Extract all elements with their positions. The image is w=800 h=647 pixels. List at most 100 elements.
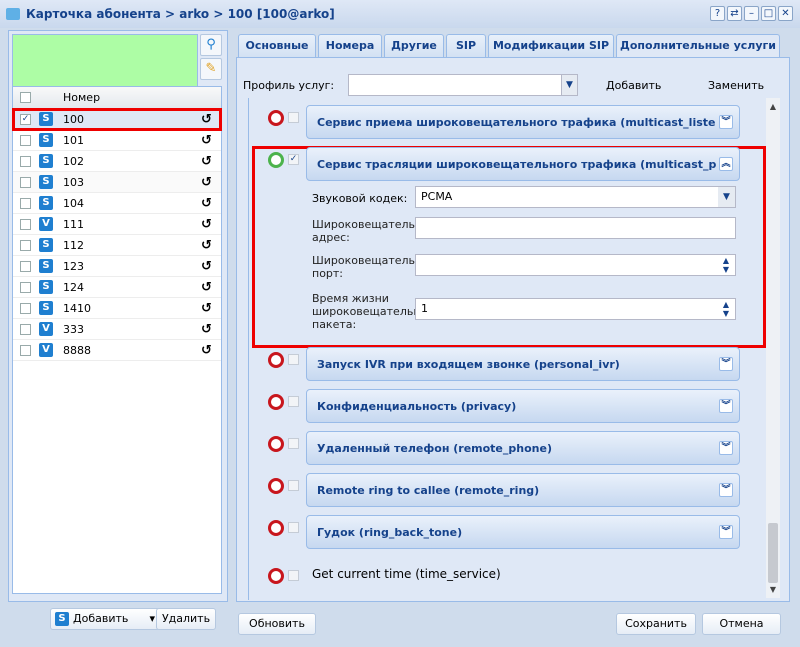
select-all-checkbox[interactable] (20, 92, 31, 103)
service-checkbox[interactable]: ✓ (288, 154, 299, 165)
service-checkbox[interactable] (288, 396, 299, 407)
service-header[interactable]: Запуск IVR при входящем звонке (personal… (306, 347, 740, 381)
power-icon[interactable] (268, 110, 284, 126)
close-button[interactable]: ✕ (778, 6, 793, 21)
expand-icon[interactable]: ︾ (719, 357, 733, 371)
history-icon[interactable]: ↺ (201, 112, 221, 127)
table-row[interactable]: S 124 ↺ (13, 277, 221, 298)
switch-button[interactable]: ⇄ (727, 6, 742, 21)
table-row[interactable]: V 333 ↺ (13, 319, 221, 340)
delete-button[interactable]: Удалить (156, 608, 216, 630)
service-header[interactable]: Сервис трасляции широковещательного траф… (306, 147, 740, 181)
service-header[interactable]: Удаленный телефон (remote_phone) ︾ (306, 431, 740, 465)
power-icon[interactable] (268, 520, 284, 536)
table-row[interactable]: V 8888 ↺ (13, 340, 221, 361)
table-row[interactable]: S 1410 ↺ (13, 298, 221, 319)
power-icon[interactable] (268, 436, 284, 452)
scrollbar[interactable]: ▲ ▼ (766, 98, 780, 598)
chevron-down-icon[interactable]: ▾ (149, 609, 155, 629)
table-row[interactable]: S 123 ↺ (13, 256, 221, 277)
port-input[interactable]: ▲ ▼ (415, 254, 736, 276)
profile-select[interactable] (348, 74, 578, 96)
row-checkbox[interactable] (20, 155, 31, 167)
power-icon[interactable] (268, 394, 284, 410)
row-checkbox[interactable] (20, 134, 31, 146)
history-icon[interactable]: ↺ (201, 238, 221, 253)
tab-sip[interactable]: SIP (446, 34, 486, 57)
scrollbar-thumb[interactable] (768, 523, 778, 583)
service-checkbox[interactable] (288, 480, 299, 491)
chevron-down-icon[interactable]: ▼ (561, 75, 577, 95)
power-icon[interactable] (268, 568, 284, 584)
search-icon[interactable]: ⚲ (200, 34, 222, 56)
scroll-up-icon[interactable]: ▲ (766, 102, 780, 111)
add-profile-button[interactable]: Добавить (606, 79, 661, 92)
service-header[interactable]: Конфиденциальность (privacy) ︾ (306, 389, 740, 423)
maximize-button[interactable]: □ (761, 6, 776, 21)
row-checkbox[interactable] (20, 302, 31, 314)
table-row[interactable]: ✓ S 100 ↺ (12, 108, 222, 131)
history-icon[interactable]: ↺ (201, 259, 221, 274)
add-button[interactable]: S Добавить ▾ (50, 608, 160, 630)
spinner-icon[interactable]: ▲ ▼ (719, 256, 733, 274)
tab-numbers[interactable]: Номера (318, 34, 382, 57)
tab-main[interactable]: Основные (238, 34, 316, 57)
row-checkbox[interactable] (20, 197, 31, 209)
table-row[interactable]: S 112 ↺ (13, 235, 221, 256)
service-checkbox[interactable] (288, 354, 299, 365)
codec-select[interactable]: PCMA (415, 186, 736, 208)
spinner-icon[interactable]: ▲ ▼ (719, 300, 733, 318)
tab-sip-modifications[interactable]: Модификации SIP (488, 34, 614, 57)
table-row[interactable]: S 103 ↺ (13, 172, 221, 193)
history-icon[interactable]: ↺ (201, 154, 221, 169)
table-row[interactable]: S 104 ↺ (13, 193, 221, 214)
table-row[interactable]: S 102 ↺ (13, 151, 221, 172)
row-checkbox[interactable] (20, 176, 31, 188)
chevron-down-icon[interactable]: ▼ (718, 187, 735, 207)
service-checkbox[interactable] (288, 438, 299, 449)
history-icon[interactable]: ↺ (201, 322, 221, 337)
scroll-down-icon[interactable]: ▼ (766, 585, 780, 594)
address-input[interactable] (415, 217, 736, 239)
ttl-input[interactable]: 1 ▲ ▼ (415, 298, 736, 320)
row-checkbox[interactable] (20, 281, 31, 293)
service-checkbox[interactable] (288, 522, 299, 533)
row-checkbox[interactable] (20, 239, 31, 251)
expand-icon[interactable]: ︾ (719, 441, 733, 455)
expand-icon[interactable]: ︾ (719, 399, 733, 413)
history-icon[interactable]: ↺ (201, 175, 221, 190)
row-checkbox[interactable] (20, 218, 31, 230)
service-header[interactable]: Гудок (ring_back_tone) ︾ (306, 515, 740, 549)
row-checkbox[interactable] (20, 323, 31, 335)
replace-profile-button[interactable]: Заменить (708, 79, 764, 92)
history-icon[interactable]: ↺ (201, 217, 221, 232)
history-icon[interactable]: ↺ (201, 301, 221, 316)
service-header[interactable]: Remote ring to callee (remote_ring) ︾ (306, 473, 740, 507)
history-icon[interactable]: ↺ (201, 280, 221, 295)
row-checkbox[interactable] (20, 344, 31, 356)
help-button[interactable]: ? (710, 6, 725, 21)
service-header[interactable]: Сервис приема широковещательного трафика… (306, 105, 740, 139)
tab-additional-services[interactable]: Дополнительные услуги (616, 34, 780, 58)
cancel-button[interactable]: Отмена (702, 613, 781, 635)
history-icon[interactable]: ↺ (201, 343, 221, 358)
expand-icon[interactable]: ︾ (719, 115, 733, 129)
history-icon[interactable]: ↺ (201, 196, 221, 211)
collapse-icon[interactable]: ︽ (719, 157, 733, 171)
power-icon[interactable] (268, 478, 284, 494)
minimize-button[interactable]: – (744, 6, 759, 21)
row-checkbox[interactable]: ✓ (20, 113, 31, 125)
table-row[interactable]: V 111 ↺ (13, 214, 221, 235)
row-checkbox[interactable] (20, 260, 31, 272)
table-row[interactable]: S 101 ↺ (13, 130, 221, 151)
service-checkbox[interactable] (288, 112, 299, 123)
tab-other[interactable]: Другие (384, 34, 444, 57)
refresh-button[interactable]: Обновить (238, 613, 316, 635)
edit-pencil-icon[interactable]: ✎ (200, 58, 222, 80)
service-checkbox[interactable] (288, 570, 299, 581)
expand-icon[interactable]: ︾ (719, 483, 733, 497)
expand-icon[interactable]: ︾ (719, 525, 733, 539)
save-button[interactable]: Сохранить (616, 613, 696, 635)
history-icon[interactable]: ↺ (201, 133, 221, 148)
power-icon[interactable] (268, 152, 284, 168)
